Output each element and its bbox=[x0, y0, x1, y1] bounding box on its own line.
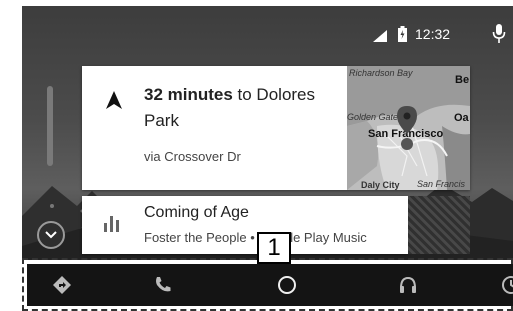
android-auto-screen: 12:32 32 minutes to Dolores Park via Cro… bbox=[0, 0, 513, 311]
navigation-button[interactable] bbox=[37, 264, 87, 306]
scroll-indicator bbox=[47, 86, 53, 166]
route-map[interactable]: Richardson Bay Be Golden Gate Oa San Fra… bbox=[347, 66, 470, 190]
exit-button[interactable] bbox=[486, 264, 513, 306]
navigation-card[interactable]: 32 minutes to Dolores Park via Crossover… bbox=[82, 66, 470, 190]
scroll-down-button[interactable] bbox=[37, 221, 65, 249]
route-via: via Crossover Dr bbox=[144, 149, 241, 164]
audio-button[interactable] bbox=[383, 264, 433, 306]
map-label-oa: Oa bbox=[454, 112, 469, 124]
map-label-golden-gate: Golden Gate bbox=[347, 112, 399, 122]
status-time: 12:32 bbox=[415, 26, 451, 42]
eta-duration: 32 minutes bbox=[144, 85, 233, 104]
map-label-daly-city: Daly City bbox=[361, 180, 400, 190]
microphone-icon[interactable] bbox=[492, 24, 506, 49]
media-title: Coming of Age bbox=[144, 204, 249, 221]
navigation-arrow-icon bbox=[106, 91, 122, 114]
map-label-be: Be bbox=[455, 74, 470, 86]
album-art[interactable] bbox=[408, 196, 470, 254]
bottom-nav-bar bbox=[27, 264, 513, 306]
signal-icon bbox=[373, 29, 387, 47]
callout-number: 1 bbox=[257, 232, 291, 264]
battery-icon bbox=[398, 26, 407, 47]
map-label-san-francis: San Francis bbox=[417, 179, 466, 189]
phone-button[interactable] bbox=[138, 264, 188, 306]
map-label-richardson-bay: Richardson Bay bbox=[349, 68, 413, 78]
eta-text: 32 minutes to Dolores Park bbox=[144, 82, 344, 134]
equalizer-icon bbox=[104, 216, 120, 237]
map-pin-icon bbox=[397, 106, 417, 155]
media-subtitle: Foster the People • Google Play Music bbox=[144, 230, 367, 245]
home-button[interactable] bbox=[262, 264, 312, 306]
media-card[interactable]: Coming of Age Foster the People • Google… bbox=[82, 196, 408, 254]
